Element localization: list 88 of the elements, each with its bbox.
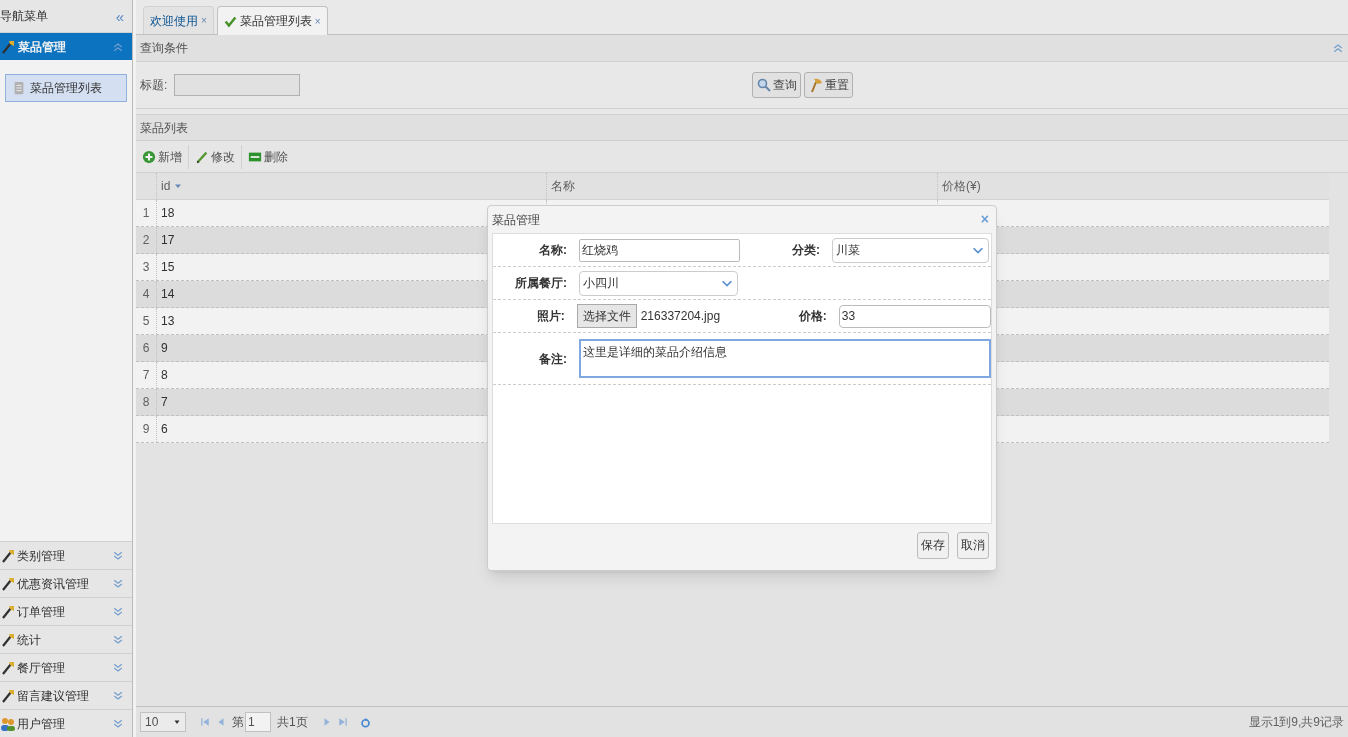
nav-item-label: 菜品管理列表 <box>30 80 102 97</box>
accordion-header[interactable]: 用户管理 <box>0 709 132 737</box>
accordion-header[interactable]: 优惠资讯管理 <box>0 569 132 597</box>
toolbar-button[interactable]: 删除 <box>241 144 290 169</box>
page-field[interactable]: 1 <box>245 712 271 732</box>
expand-icon <box>112 549 124 562</box>
brush-icon <box>808 77 824 93</box>
add-icon <box>142 149 156 164</box>
first-page-icon <box>200 717 210 727</box>
field-label: 标题: <box>140 77 169 94</box>
wrench-icon <box>0 687 16 704</box>
nav-item[interactable]: 菜品管理列表 <box>5 74 127 102</box>
column-header[interactable]: 价格(¥) <box>937 173 1328 199</box>
title-field[interactable] <box>174 74 300 96</box>
column-header[interactable]: id <box>156 173 546 199</box>
row-number: 6 <box>141 340 151 357</box>
close-tab-icon[interactable]: × <box>314 13 321 29</box>
group-label: 留言建议管理 <box>17 687 89 705</box>
row-number: 7 <box>141 367 151 384</box>
wrench-icon <box>0 631 16 648</box>
restaurant-select[interactable]: 小四川 <box>579 270 738 296</box>
pencil-icon <box>195 149 209 164</box>
toolbar-button[interactable]: 新增 <box>140 144 184 169</box>
check-icon <box>223 14 237 28</box>
list-icon <box>12 81 26 95</box>
pager-label: 共1页 <box>277 714 308 731</box>
query-button[interactable]: 重置 <box>804 72 853 98</box>
wrench-icon <box>0 575 16 592</box>
row-number: 3 <box>141 259 151 276</box>
panel-title: 查询条件 <box>140 40 188 57</box>
group-label: 优惠资讯管理 <box>17 575 89 593</box>
query-button[interactable]: 查询 <box>752 72 801 98</box>
page-size-select[interactable]: 10 <box>140 712 186 732</box>
dialog-title: 菜品管理 <box>492 211 540 229</box>
expand-icon <box>112 605 124 618</box>
expand-icon <box>112 689 124 702</box>
dialog-button[interactable]: 保存 <box>917 531 949 559</box>
dropdown-icon <box>173 718 181 726</box>
collapse-icon <box>1332 42 1344 54</box>
file-button[interactable]: 选择文件 <box>576 304 637 328</box>
file-name: 216337204.jpg <box>640 308 722 325</box>
accordion-header[interactable]: 订单管理 <box>0 597 132 625</box>
row-number: 5 <box>141 313 151 330</box>
group-label: 订单管理 <box>17 603 65 621</box>
accordion-header[interactable]: 餐厅管理 <box>0 653 132 681</box>
users-icon <box>0 715 16 732</box>
row-number: 4 <box>141 286 151 303</box>
toolbar-button[interactable]: 修改 <box>188 144 237 169</box>
tab[interactable]: 欢迎使用 × <box>143 6 214 34</box>
sort-icon <box>174 182 183 190</box>
panel-title: 菜品列表 <box>140 119 188 137</box>
group-label: 用户管理 <box>17 715 65 733</box>
row-number: 1 <box>141 205 151 222</box>
group-label: 餐厅管理 <box>17 659 65 677</box>
pager-summary: 显示1到9,共9记录 <box>1248 714 1344 731</box>
wrench-icon <box>0 38 16 55</box>
accordion-header[interactable]: 统计 <box>0 625 132 653</box>
prev-page-icon <box>216 717 226 727</box>
column-header[interactable]: 名称 <box>546 173 937 199</box>
last-page-icon <box>337 717 348 727</box>
group-label: 菜品管理 <box>18 38 66 56</box>
expand-icon <box>112 717 124 730</box>
row-number: 8 <box>141 394 151 411</box>
row-number: 2 <box>141 232 151 249</box>
category-select[interactable]: 川菜 <box>832 237 989 263</box>
expand-icon <box>112 577 124 590</box>
wrench-icon <box>0 603 16 620</box>
accordion-header[interactable]: 菜品管理 <box>0 33 132 60</box>
search-icon <box>756 77 772 93</box>
field-label: 分类: <box>791 242 821 259</box>
wrench-icon <box>0 547 16 564</box>
group-label: 统计 <box>17 631 41 649</box>
expand-icon <box>112 661 124 674</box>
pager-label: 第 <box>232 714 244 731</box>
accordion-header[interactable]: 类别管理 <box>0 541 132 569</box>
group-label: 类别管理 <box>17 547 65 565</box>
note-textarea[interactable]: 这里是详细的菜品介绍信息 <box>579 339 991 378</box>
tab[interactable]: 菜品管理列表 × <box>216 6 328 35</box>
accordion-header[interactable]: 留言建议管理 <box>0 681 132 709</box>
wrench-icon <box>0 659 16 676</box>
refresh-icon <box>359 716 371 728</box>
field-label: 价格: <box>797 308 828 325</box>
dialog-button[interactable]: 取消 <box>957 531 989 559</box>
sidebar-title: 导航菜单 <box>0 8 48 25</box>
expand-icon <box>112 633 124 646</box>
name-field[interactable]: 红烧鸡 <box>579 238 740 262</box>
row-number: 9 <box>141 421 151 438</box>
price-field[interactable]: 33 <box>838 304 991 328</box>
